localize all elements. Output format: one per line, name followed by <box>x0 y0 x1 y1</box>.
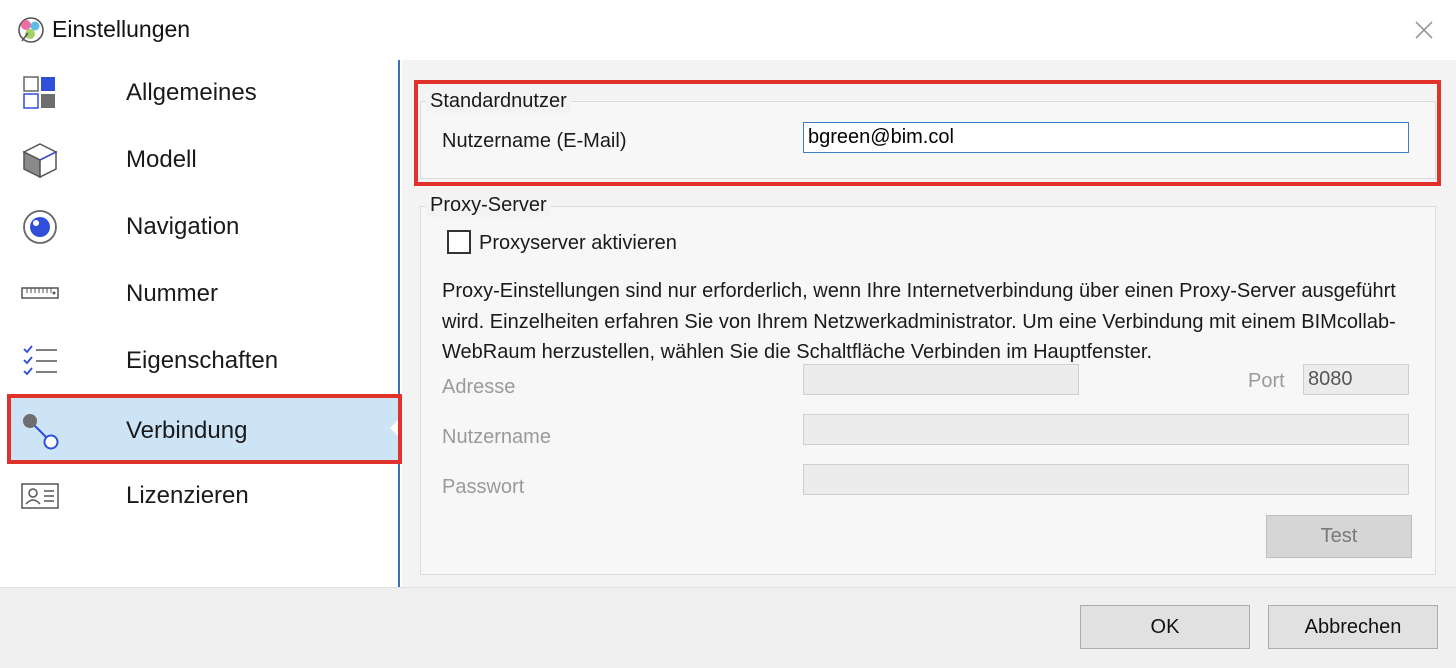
proxy-port-label: Port <box>1248 370 1285 392</box>
sidebar-item-label: Lizenzieren <box>126 482 249 509</box>
grid-icon <box>23 76 55 109</box>
settings-sidebar: Allgemeines Modell Navigation Nummer Eig… <box>0 60 400 587</box>
close-icon[interactable] <box>1408 14 1440 46</box>
sidebar-item-label: Modell <box>126 146 197 173</box>
sidebar-item-nummer[interactable]: Nummer <box>10 261 398 324</box>
sidebar-item-verbindung[interactable]: Verbindung <box>10 398 398 461</box>
proxy-port-input[interactable] <box>1303 364 1409 395</box>
eye-icon <box>23 210 57 244</box>
active-item-pointer <box>390 418 400 438</box>
proxy-enable-label: Proxyserver aktivieren <box>479 232 677 254</box>
standard-username-label: Nutzername (E-Mail) <box>442 130 627 152</box>
standard-username-input[interactable] <box>803 122 1409 153</box>
ruler-icon <box>21 287 59 299</box>
proxy-address-input[interactable] <box>803 364 1079 395</box>
sidebar-item-label: Nummer <box>126 280 219 307</box>
sidebar-item-allgemeines[interactable]: Allgemeines <box>10 60 398 123</box>
cube-icon <box>22 143 58 179</box>
proxy-enable-checkbox[interactable] <box>447 230 471 254</box>
sidebar-item-modell[interactable]: Modell <box>10 127 398 190</box>
sidebar-item-label: Navigation <box>126 213 240 240</box>
sidebar-item-lizenzieren[interactable]: Lizenzieren <box>10 463 398 526</box>
sidebar-item-navigation[interactable]: Navigation <box>10 194 398 257</box>
title-bar: Einstellungen <box>0 0 1456 60</box>
id-card-icon <box>21 483 59 509</box>
proxy-username-input[interactable] <box>803 414 1409 445</box>
group-title-proxy: Proxy-Server <box>426 194 551 217</box>
cancel-button[interactable]: Abbrechen <box>1268 605 1438 649</box>
proxy-test-button[interactable]: Test <box>1266 515 1412 558</box>
proxy-description: Proxy-Einstellungen sind nur erforderlic… <box>442 280 1396 363</box>
sidebar-item-eigenschaften[interactable]: Eigenschaften <box>10 328 398 391</box>
proxy-username-label: Nutzername <box>442 426 551 448</box>
connection-icon <box>23 414 59 450</box>
ok-button[interactable]: OK <box>1080 605 1250 649</box>
proxy-password-label: Passwort <box>442 476 525 498</box>
checklist-icon <box>23 345 57 376</box>
app-logo-icon <box>18 17 44 43</box>
sidebar-item-label: Allgemeines <box>126 79 257 106</box>
group-title-standard-user: Standardnutzer <box>426 90 571 113</box>
sidebar-item-label: Eigenschaften <box>126 347 279 374</box>
sidebar-item-label: Verbindung <box>126 417 248 444</box>
window-title: Einstellungen <box>52 16 191 42</box>
proxy-password-input[interactable] <box>803 464 1409 495</box>
proxy-address-label: Adresse <box>442 376 516 398</box>
